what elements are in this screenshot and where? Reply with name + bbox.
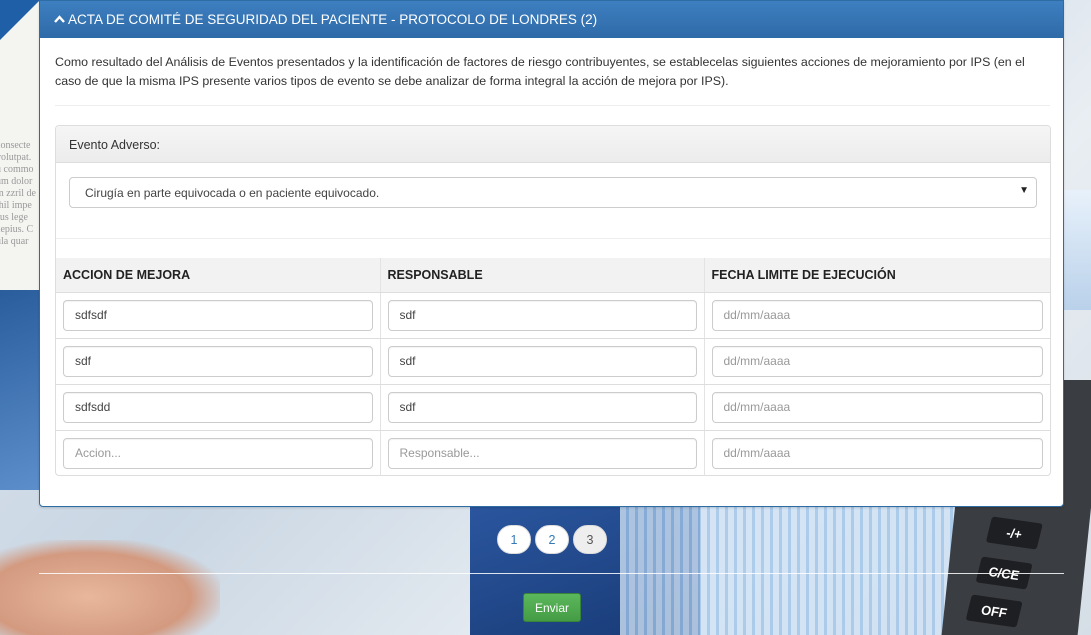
column-header-fecha: FECHA LIMITE DE EJECUCIÓN: [704, 258, 1050, 293]
background-decoration: [0, 540, 220, 635]
accion-new-input[interactable]: [63, 437, 373, 469]
fecha-new-input[interactable]: [711, 437, 1043, 469]
evento-label: Evento Adverso:: [56, 126, 1050, 163]
evento-selected-value: Cirugía en parte equivocada o en pacient…: [85, 186, 380, 200]
table-row: [56, 384, 1050, 431]
fecha-input[interactable]: [711, 345, 1043, 377]
divider: [39, 573, 1064, 574]
responsable-input[interactable]: [387, 345, 697, 377]
page-link-3-active[interactable]: 3: [573, 525, 607, 554]
panel-heading[interactable]: ACTA DE COMITÉ DE SEGURIDAD DEL PACIENTE…: [40, 1, 1063, 38]
page-link-1[interactable]: 1: [497, 525, 531, 554]
panel-title: ACTA DE COMITÉ DE SEGURIDAD DEL PACIENTE…: [68, 12, 598, 27]
responsable-input[interactable]: [387, 299, 697, 331]
evento-panel: Evento Adverso: Cirugía en parte equivoc…: [55, 125, 1051, 476]
background-decoration: [620, 500, 980, 635]
divider: [56, 238, 1050, 239]
fecha-input[interactable]: [711, 299, 1043, 331]
table-row: [56, 338, 1050, 385]
submit-button[interactable]: Enviar: [523, 593, 581, 622]
page-link-2[interactable]: 2: [535, 525, 569, 554]
chevron-up-icon[interactable]: [54, 12, 66, 27]
responsable-input[interactable]: [387, 391, 697, 423]
table-row: [56, 292, 1050, 339]
fecha-input[interactable]: [711, 391, 1043, 423]
column-header-responsable: RESPONSABLE: [380, 258, 705, 293]
responsable-new-input[interactable]: [387, 437, 697, 469]
accion-input[interactable]: [63, 391, 373, 423]
acciones-table: ACCION DE MEJORA RESPONSABLE FECHA LIMIT…: [56, 258, 1050, 476]
column-header-accion: ACCION DE MEJORA: [56, 258, 381, 293]
table-row-new: [56, 430, 1050, 476]
divider: [55, 105, 1050, 106]
accion-input[interactable]: [63, 299, 373, 331]
pagination: 1 2 3: [497, 525, 607, 554]
intro-text: Como resultado del Análisis de Eventos p…: [55, 55, 1025, 88]
accion-input[interactable]: [63, 345, 373, 377]
evento-select[interactable]: Cirugía en parte equivocada o en pacient…: [69, 177, 1037, 208]
caret-down-icon: ▼: [1019, 185, 1029, 196]
protocol-panel: ACTA DE COMITÉ DE SEGURIDAD DEL PACIENTE…: [39, 0, 1064, 507]
